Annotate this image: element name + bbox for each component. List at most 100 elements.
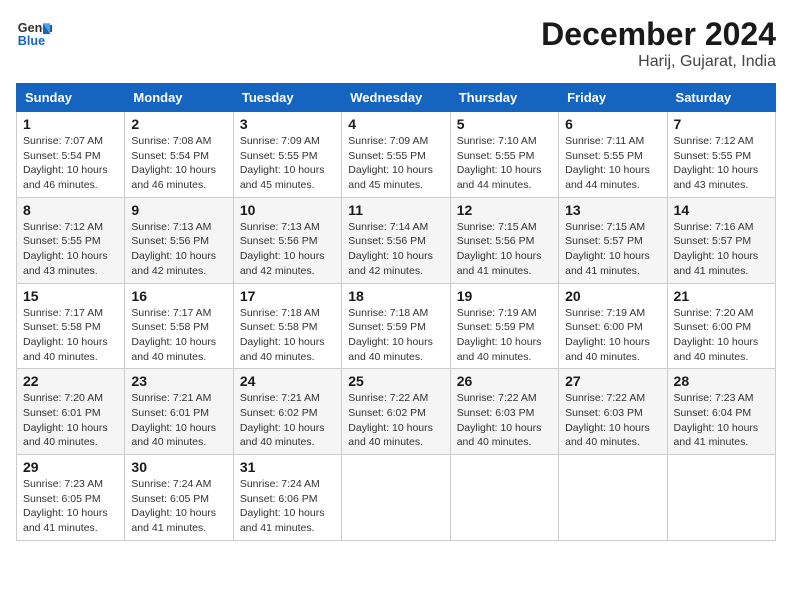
day-number: 22 <box>23 373 118 389</box>
day-number: 3 <box>240 116 335 132</box>
day-info: Sunrise: 7:13 AM Sunset: 5:56 PM Dayligh… <box>131 220 226 279</box>
day-number: 16 <box>131 288 226 304</box>
day-number: 25 <box>348 373 443 389</box>
calendar-cell: 29 Sunrise: 7:23 AM Sunset: 6:05 PM Dayli… <box>17 455 125 541</box>
calendar-cell: 6 Sunrise: 7:11 AM Sunset: 5:55 PM Daylig… <box>559 112 667 198</box>
svg-text:Blue: Blue <box>18 34 45 48</box>
calendar-cell: 2 Sunrise: 7:08 AM Sunset: 5:54 PM Daylig… <box>125 112 233 198</box>
day-number: 7 <box>674 116 769 132</box>
day-info: Sunrise: 7:20 AM Sunset: 6:01 PM Dayligh… <box>23 391 118 450</box>
logo-icon: General Blue <box>16 16 52 52</box>
column-header-wednesday: Wednesday <box>342 84 450 112</box>
day-number: 20 <box>565 288 660 304</box>
calendar-cell: 22 Sunrise: 7:20 AM Sunset: 6:01 PM Dayli… <box>17 369 125 455</box>
day-info: Sunrise: 7:21 AM Sunset: 6:02 PM Dayligh… <box>240 391 335 450</box>
day-info: Sunrise: 7:24 AM Sunset: 6:05 PM Dayligh… <box>131 477 226 536</box>
calendar-cell: 4 Sunrise: 7:09 AM Sunset: 5:55 PM Daylig… <box>342 112 450 198</box>
calendar-cell <box>667 455 775 541</box>
calendar-cell: 8Sunrise: 7:12 AM Sunset: 5:55 PM Daylig… <box>17 197 125 283</box>
month-title: December 2024 <box>541 16 776 53</box>
day-number: 24 <box>240 373 335 389</box>
day-info: Sunrise: 7:10 AM Sunset: 5:55 PM Dayligh… <box>457 134 552 193</box>
day-number: 6 <box>565 116 660 132</box>
column-header-thursday: Thursday <box>450 84 558 112</box>
day-info: Sunrise: 7:09 AM Sunset: 5:55 PM Dayligh… <box>240 134 335 193</box>
calendar-week-row-4: 22 Sunrise: 7:20 AM Sunset: 6:01 PM Dayli… <box>17 369 776 455</box>
calendar-cell: 12 Sunrise: 7:15 AM Sunset: 5:56 PM Dayli… <box>450 197 558 283</box>
day-info: Sunrise: 7:07 AM Sunset: 5:54 PM Dayligh… <box>23 134 118 193</box>
day-info: Sunrise: 7:13 AM Sunset: 5:56 PM Dayligh… <box>240 220 335 279</box>
calendar-cell: 1 Sunrise: 7:07 AM Sunset: 5:54 PM Daylig… <box>17 112 125 198</box>
day-number: 30 <box>131 459 226 475</box>
day-number: 29 <box>23 459 118 475</box>
day-info: Sunrise: 7:17 AM Sunset: 5:58 PM Dayligh… <box>23 306 118 365</box>
calendar-week-row-1: 1 Sunrise: 7:07 AM Sunset: 5:54 PM Daylig… <box>17 112 776 198</box>
day-info: Sunrise: 7:18 AM Sunset: 5:59 PM Dayligh… <box>348 306 443 365</box>
calendar-cell: 30 Sunrise: 7:24 AM Sunset: 6:05 PM Dayli… <box>125 455 233 541</box>
column-header-monday: Monday <box>125 84 233 112</box>
calendar-cell <box>559 455 667 541</box>
calendar-cell: 5 Sunrise: 7:10 AM Sunset: 5:55 PM Daylig… <box>450 112 558 198</box>
column-header-sunday: Sunday <box>17 84 125 112</box>
column-header-friday: Friday <box>559 84 667 112</box>
calendar-cell: 10 Sunrise: 7:13 AM Sunset: 5:56 PM Dayli… <box>233 197 341 283</box>
day-info: Sunrise: 7:19 AM Sunset: 5:59 PM Dayligh… <box>457 306 552 365</box>
day-info: Sunrise: 7:08 AM Sunset: 5:54 PM Dayligh… <box>131 134 226 193</box>
day-info: Sunrise: 7:09 AM Sunset: 5:55 PM Dayligh… <box>348 134 443 193</box>
calendar-cell: 21 Sunrise: 7:20 AM Sunset: 6:00 PM Dayli… <box>667 283 775 369</box>
day-number: 9 <box>131 202 226 218</box>
day-info: Sunrise: 7:11 AM Sunset: 5:55 PM Dayligh… <box>565 134 660 193</box>
calendar-cell <box>450 455 558 541</box>
day-number: 1 <box>23 116 118 132</box>
column-header-saturday: Saturday <box>667 84 775 112</box>
day-number: 28 <box>674 373 769 389</box>
location-title: Harij, Gujarat, India <box>541 53 776 71</box>
day-number: 17 <box>240 288 335 304</box>
day-info: Sunrise: 7:21 AM Sunset: 6:01 PM Dayligh… <box>131 391 226 450</box>
logo: General Blue <box>16 16 52 52</box>
day-number: 21 <box>674 288 769 304</box>
day-number: 4 <box>348 116 443 132</box>
day-info: Sunrise: 7:18 AM Sunset: 5:58 PM Dayligh… <box>240 306 335 365</box>
calendar-cell: 31Sunrise: 7:24 AM Sunset: 6:06 PM Dayli… <box>233 455 341 541</box>
calendar-table: SundayMondayTuesdayWednesdayThursdayFrid… <box>16 83 776 541</box>
calendar-cell: 9 Sunrise: 7:13 AM Sunset: 5:56 PM Daylig… <box>125 197 233 283</box>
day-info: Sunrise: 7:22 AM Sunset: 6:02 PM Dayligh… <box>348 391 443 450</box>
day-number: 10 <box>240 202 335 218</box>
day-number: 18 <box>348 288 443 304</box>
day-info: Sunrise: 7:17 AM Sunset: 5:58 PM Dayligh… <box>131 306 226 365</box>
page-header: General Blue December 2024 Harij, Gujara… <box>16 16 776 71</box>
calendar-cell: 7Sunrise: 7:12 AM Sunset: 5:55 PM Daylig… <box>667 112 775 198</box>
day-info: Sunrise: 7:23 AM Sunset: 6:05 PM Dayligh… <box>23 477 118 536</box>
day-number: 26 <box>457 373 552 389</box>
calendar-cell: 26 Sunrise: 7:22 AM Sunset: 6:03 PM Dayli… <box>450 369 558 455</box>
calendar-cell: 15Sunrise: 7:17 AM Sunset: 5:58 PM Dayli… <box>17 283 125 369</box>
day-info: Sunrise: 7:22 AM Sunset: 6:03 PM Dayligh… <box>457 391 552 450</box>
day-info: Sunrise: 7:20 AM Sunset: 6:00 PM Dayligh… <box>674 306 769 365</box>
calendar-cell: 24 Sunrise: 7:21 AM Sunset: 6:02 PM Dayli… <box>233 369 341 455</box>
calendar-cell: 11Sunrise: 7:14 AM Sunset: 5:56 PM Dayli… <box>342 197 450 283</box>
calendar-cell: 14 Sunrise: 7:16 AM Sunset: 5:57 PM Dayli… <box>667 197 775 283</box>
day-number: 12 <box>457 202 552 218</box>
day-info: Sunrise: 7:22 AM Sunset: 6:03 PM Dayligh… <box>565 391 660 450</box>
calendar-cell: 17 Sunrise: 7:18 AM Sunset: 5:58 PM Dayli… <box>233 283 341 369</box>
day-number: 2 <box>131 116 226 132</box>
day-number: 11 <box>348 202 443 218</box>
title-area: December 2024 Harij, Gujarat, India <box>541 16 776 71</box>
calendar-cell: 3 Sunrise: 7:09 AM Sunset: 5:55 PM Daylig… <box>233 112 341 198</box>
day-info: Sunrise: 7:16 AM Sunset: 5:57 PM Dayligh… <box>674 220 769 279</box>
calendar-week-row-5: 29 Sunrise: 7:23 AM Sunset: 6:05 PM Dayli… <box>17 455 776 541</box>
day-info: Sunrise: 7:15 AM Sunset: 5:56 PM Dayligh… <box>457 220 552 279</box>
day-number: 27 <box>565 373 660 389</box>
calendar-cell: 13Sunrise: 7:15 AM Sunset: 5:57 PM Dayli… <box>559 197 667 283</box>
calendar-cell: 28 Sunrise: 7:23 AM Sunset: 6:04 PM Dayli… <box>667 369 775 455</box>
day-number: 5 <box>457 116 552 132</box>
calendar-header-row: SundayMondayTuesdayWednesdayThursdayFrid… <box>17 84 776 112</box>
day-info: Sunrise: 7:23 AM Sunset: 6:04 PM Dayligh… <box>674 391 769 450</box>
calendar-cell: 20Sunrise: 7:19 AM Sunset: 6:00 PM Dayli… <box>559 283 667 369</box>
day-number: 14 <box>674 202 769 218</box>
calendar-week-row-2: 8Sunrise: 7:12 AM Sunset: 5:55 PM Daylig… <box>17 197 776 283</box>
column-header-tuesday: Tuesday <box>233 84 341 112</box>
day-number: 8 <box>23 202 118 218</box>
calendar-cell: 19Sunrise: 7:19 AM Sunset: 5:59 PM Dayli… <box>450 283 558 369</box>
